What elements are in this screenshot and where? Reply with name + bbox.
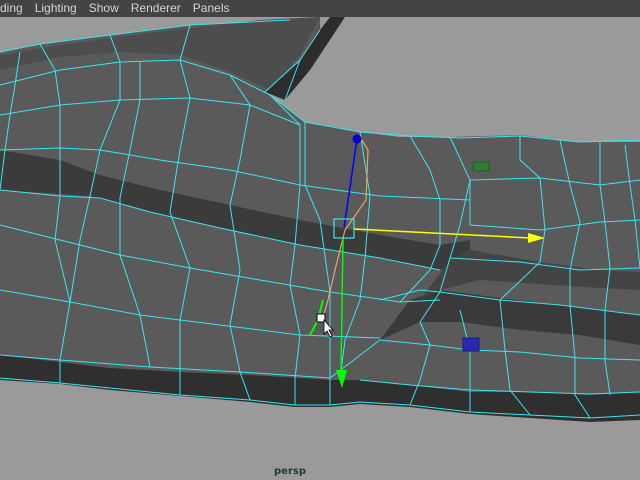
menu-renderer[interactable]: Renderer [125, 0, 187, 17]
viewport-scene[interactable] [0, 17, 640, 480]
menu-show[interactable]: Show [83, 0, 125, 17]
menu-lighting[interactable]: Lighting [29, 0, 83, 17]
z-axis-tip[interactable] [352, 134, 362, 144]
camera-name-label: persp [274, 466, 306, 477]
menu-shading[interactable]: ding [0, 0, 29, 17]
perspective-viewport[interactable] [0, 17, 640, 480]
face-marker-blue[interactable] [462, 337, 480, 352]
menu-panels[interactable]: Panels [187, 0, 236, 17]
viewport-menubar: ding Lighting Show Renderer Panels [0, 0, 640, 17]
face-marker-green[interactable] [472, 161, 490, 172]
